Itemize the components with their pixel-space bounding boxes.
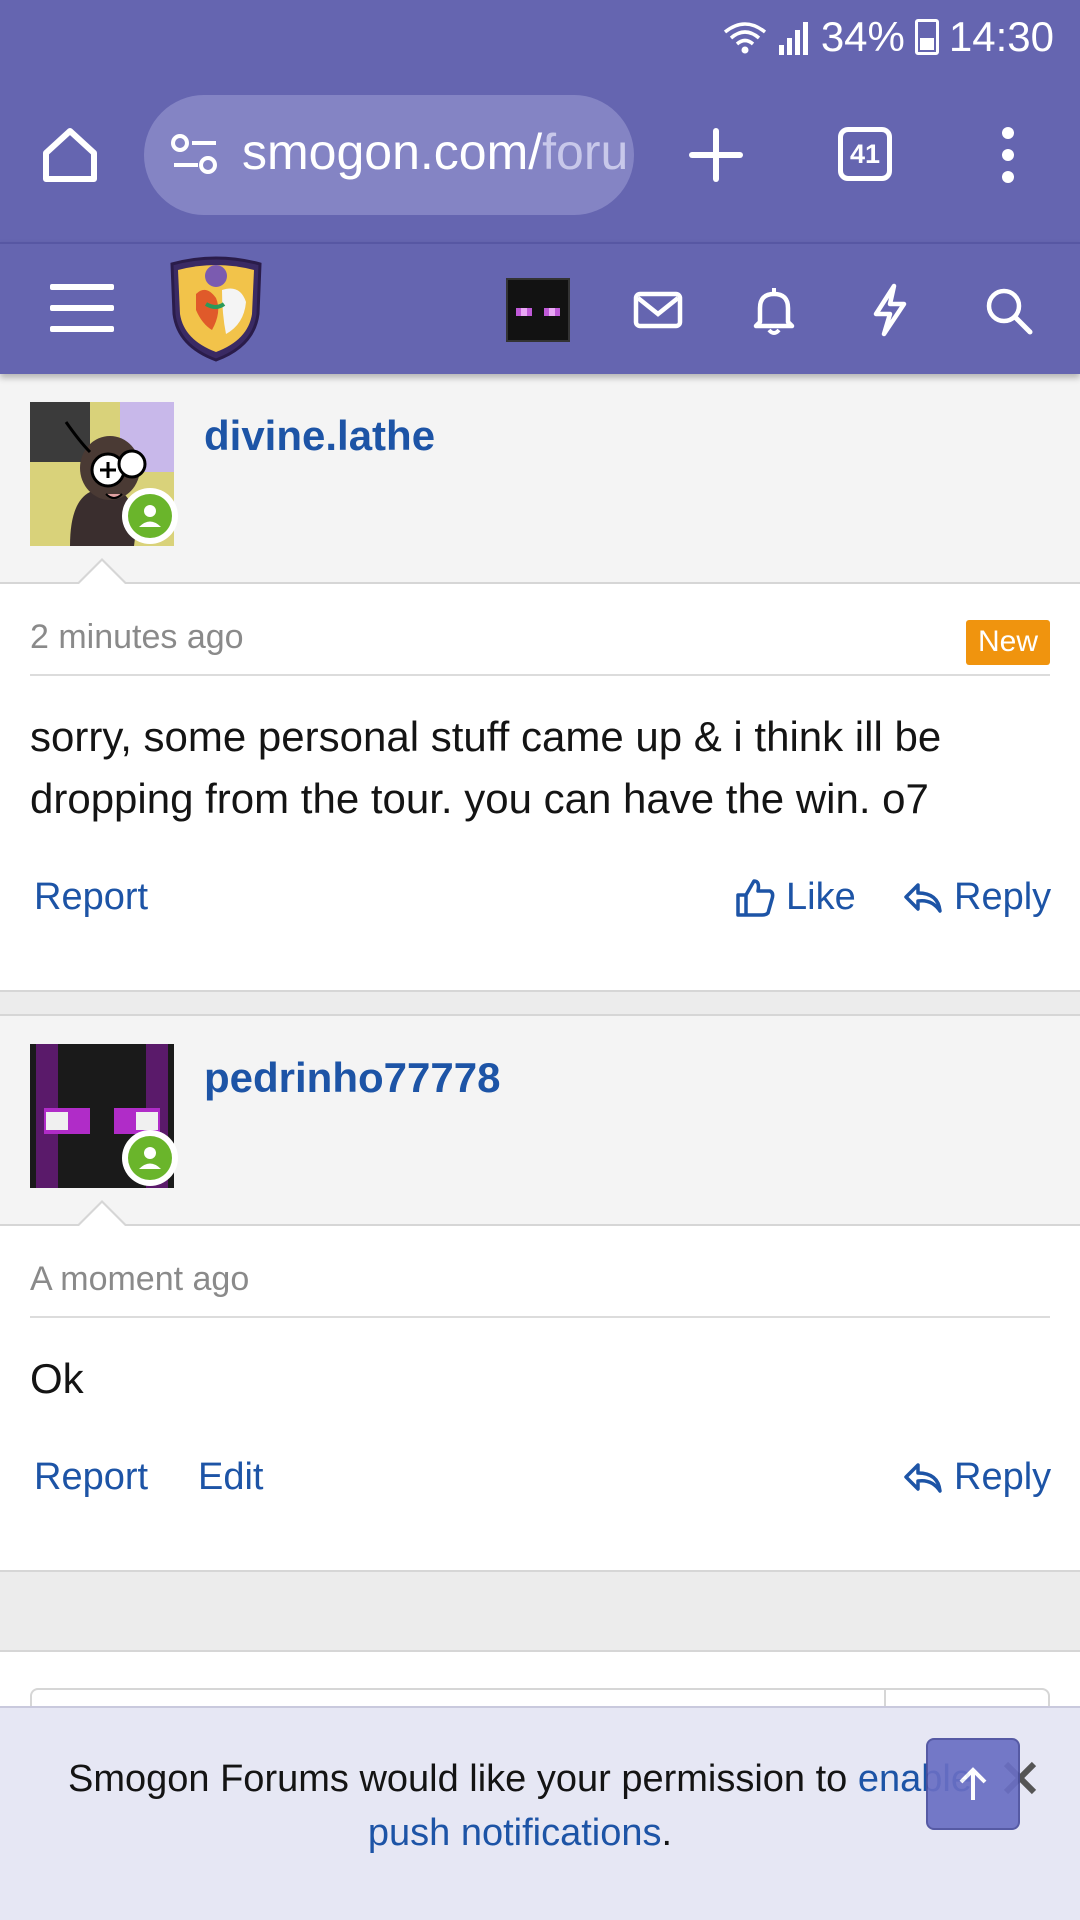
enderman-avatar-image [508,280,568,340]
post-meta: 2 minutes ago New [30,584,1050,676]
post-timestamp[interactable]: 2 minutes ago [30,618,244,657]
edit-label: Edit [198,1456,264,1498]
report-button[interactable]: Report [34,1456,148,1499]
online-status-icon [122,1130,178,1186]
push-notification-banner: Smogon Forums would like your permission… [0,1706,1080,1920]
reply-label: Reply [954,1456,1052,1498]
post-arrow [76,558,128,585]
home-icon[interactable] [38,123,102,187]
post-body: Ok [30,1355,84,1402]
battery-icon [914,19,939,55]
reply-icon [904,1462,942,1493]
post-username[interactable]: divine.lathe [204,412,435,460]
lightning-bolt-icon[interactable] [862,282,918,338]
post-meta: A moment ago [30,1226,1050,1318]
reply-button[interactable]: Reply [902,876,1051,919]
smogon-logo[interactable] [166,254,266,362]
hamburger-menu-icon[interactable] [50,280,114,336]
post-user-header: divine.lathe [0,374,1080,585]
address-bar[interactable]: smogon.com/foru [144,95,634,215]
section-gap [0,1570,1080,1650]
like-label: Like [786,876,856,918]
reply-button[interactable]: Reply [902,1456,1051,1499]
post-user-header: pedrinho77778 [0,1016,1080,1227]
clock: 14:30 [948,13,1054,60]
post-username[interactable]: pedrinho77778 [204,1054,500,1102]
push-text-before: Smogon Forums would like your permission… [68,1758,858,1800]
post-actions: Report Edit Reply [0,1410,1080,1550]
new-badge: New [965,620,1050,665]
reply-label: Reply [954,876,1052,918]
plus-icon[interactable] [686,125,746,185]
bell-icon[interactable] [746,282,802,338]
reply-icon [904,882,942,913]
thumbs-up-icon [736,878,775,917]
site-nav [0,242,1080,374]
report-button[interactable]: Report [34,876,148,919]
push-text-after: . [661,1812,673,1854]
wifi-icon [723,22,766,54]
battery-percent: 34% [820,13,905,60]
browser-chrome: 34% 14:30 smogon.com/foru 41 [0,0,1080,242]
report-label: Report [34,1456,149,1498]
post-avatar[interactable] [30,1044,178,1188]
post-arrow [76,1200,128,1227]
post-actions: Report Like Reply [0,830,1080,970]
arrow-up-icon [959,1767,987,1800]
browser-toolbar: smogon.com/foru 41 [0,95,1080,215]
push-notice-text: Smogon Forums would like your permission… [40,1752,1000,1860]
post-timestamp[interactable]: A moment ago [30,1260,249,1299]
site-settings-icon[interactable] [170,133,220,177]
post: pedrinho77778 A moment ago Ok Report Edi… [0,1014,1080,1570]
edit-button[interactable]: Edit [198,1456,263,1499]
status-bar: 34% 14:30 [723,10,1054,64]
url-path: foru [542,124,629,180]
report-label: Report [34,876,149,918]
user-avatar[interactable] [506,278,570,342]
more-vert-icon[interactable] [990,123,1026,187]
scroll-to-top-button[interactable] [926,1738,1020,1830]
url-domain: smogon.com/ [242,124,543,180]
tab-count-button[interactable]: 41 [838,127,892,181]
post: divine.lathe 2 minutes ago New sorry, so… [0,374,1080,992]
url-text: smogon.com/foru [242,123,628,181]
mail-icon[interactable] [630,282,686,338]
post-body: sorry, some personal stuff came up & i t… [30,713,942,822]
online-status-icon [122,488,178,544]
post-avatar[interactable] [30,402,178,546]
like-button[interactable]: Like [734,876,856,919]
search-icon[interactable] [980,282,1036,338]
signal-icon [778,22,808,55]
